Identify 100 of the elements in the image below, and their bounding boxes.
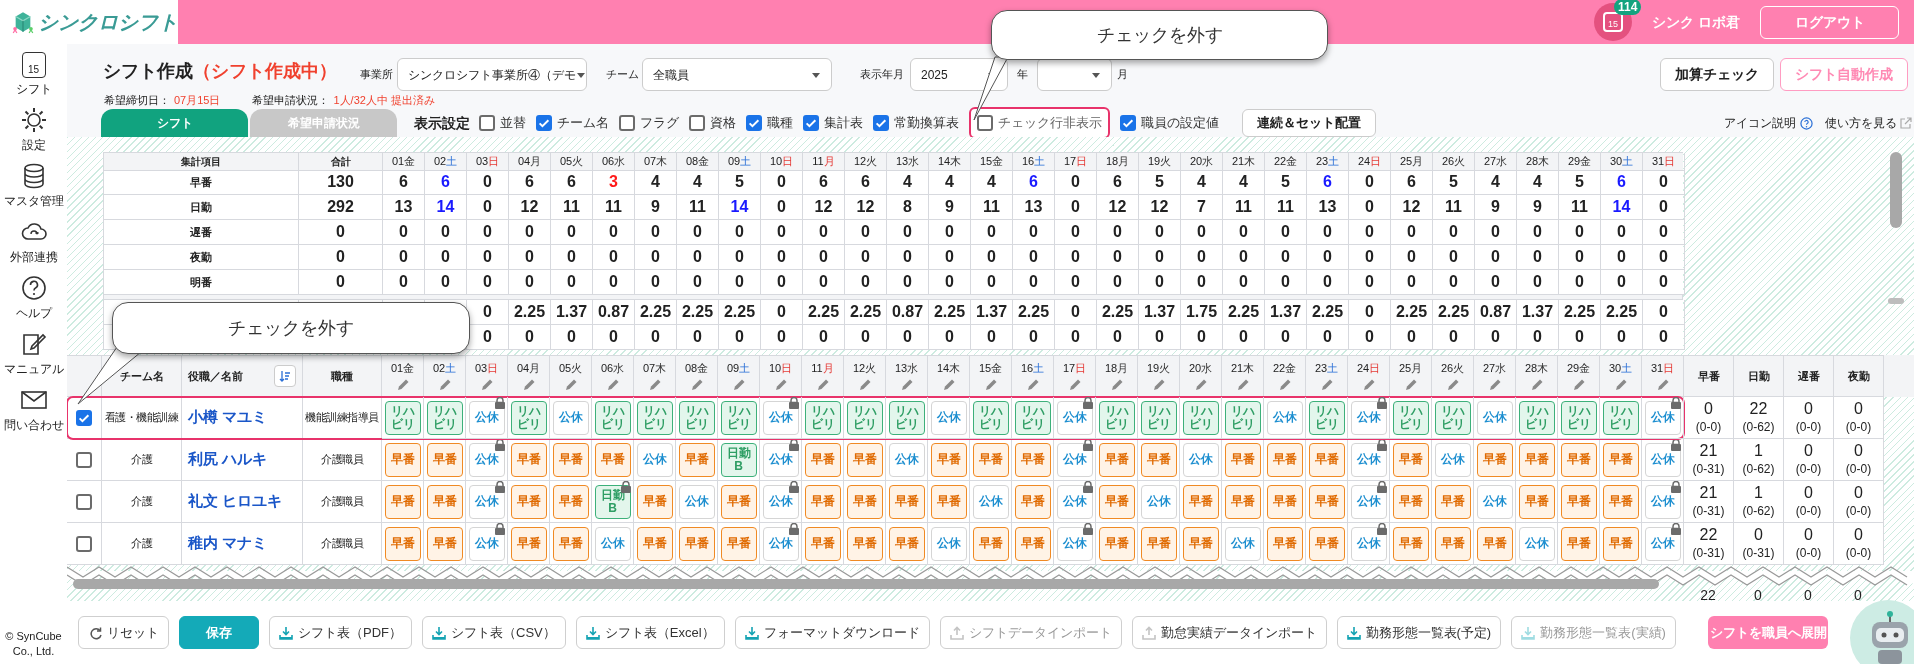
shift-chip[interactable]: 公休 xyxy=(552,400,589,435)
shift-chip[interactable]: 早番 xyxy=(426,526,463,561)
shift-chip[interactable]: 公休 xyxy=(468,400,505,435)
checkbox[interactable] xyxy=(619,115,635,131)
checkbox-option[interactable]: 集計表 xyxy=(803,113,863,133)
shift-chip[interactable]: 早番 xyxy=(1266,484,1303,519)
staff-name-link[interactable]: 小樽 マユミ xyxy=(188,406,268,429)
shift-chip[interactable]: 早番 xyxy=(1518,484,1555,519)
checkbox-option[interactable]: 職種 xyxy=(746,113,793,133)
staff-name-link[interactable]: 稚内 マナミ xyxy=(188,532,268,555)
shift-chip[interactable]: 公休 xyxy=(1056,442,1093,477)
shift-chip[interactable]: 早番 xyxy=(1182,484,1219,519)
shift-chip[interactable]: リハビリ xyxy=(1014,400,1051,435)
shift-chip[interactable]: リハビリ xyxy=(1392,400,1429,435)
shift-chip[interactable]: 早番 xyxy=(1602,442,1639,477)
scrollbar-thumb[interactable] xyxy=(73,579,1659,589)
checkbox[interactable] xyxy=(873,115,889,131)
shift-chip[interactable]: リハビリ xyxy=(510,400,547,435)
shift-chip[interactable]: 公休 xyxy=(1350,442,1387,477)
shift-chip[interactable]: 早番 xyxy=(1140,442,1177,477)
footer-button[interactable]: シフト表（CSV） xyxy=(422,616,566,649)
shift-chip[interactable]: 早番 xyxy=(594,442,631,477)
shift-chip[interactable]: 公休 xyxy=(762,442,799,477)
footer-button[interactable]: シフト表（Excel） xyxy=(575,616,725,649)
pencil-icon[interactable] xyxy=(1151,378,1166,393)
shift-chip[interactable]: リハビリ xyxy=(426,400,463,435)
sidebar-item[interactable]: マスタ管理 xyxy=(0,162,67,218)
checkbox[interactable] xyxy=(803,115,819,131)
shift-chip[interactable]: 公休 xyxy=(762,526,799,561)
shift-chip[interactable]: リハビリ xyxy=(972,400,1009,435)
pencil-icon[interactable] xyxy=(689,378,704,393)
shift-chip[interactable]: リハビリ xyxy=(1518,400,1555,435)
pencil-icon[interactable] xyxy=(941,378,956,393)
pencil-icon[interactable] xyxy=(1571,378,1586,393)
shift-chip[interactable]: リハビリ xyxy=(1434,400,1471,435)
shift-chip[interactable]: 早番 xyxy=(1098,526,1135,561)
shift-chip[interactable]: 公休 xyxy=(1644,442,1681,477)
checkbox[interactable] xyxy=(689,115,705,131)
staff-name-link[interactable]: 利尻 ハルキ xyxy=(188,448,268,471)
footer-button[interactable]: フォーマットダウンロード xyxy=(734,616,930,649)
pencil-icon[interactable] xyxy=(1235,378,1250,393)
checkbox[interactable] xyxy=(479,115,495,131)
sidebar-item[interactable]: 15 シフト xyxy=(0,50,67,106)
publish-button[interactable]: シフトを職員へ展開 xyxy=(1708,616,1828,649)
shift-chip[interactable]: 公休 xyxy=(468,526,505,561)
pencil-icon[interactable] xyxy=(437,378,452,393)
checkbox[interactable] xyxy=(536,115,552,131)
sidebar-item[interactable]: 設定 xyxy=(0,106,67,162)
shift-chip[interactable]: リハビリ xyxy=(384,400,421,435)
shift-chip[interactable]: 公休 xyxy=(1266,400,1303,435)
shift-chip[interactable]: 早番 xyxy=(678,442,715,477)
icon-legend-link[interactable]: アイコン説明 xyxy=(1724,114,1796,132)
pencil-icon[interactable] xyxy=(1109,378,1124,393)
auto-create-button[interactable]: シフト自動作成 xyxy=(1780,58,1908,91)
shift-chip[interactable]: 公休 xyxy=(930,400,967,435)
shift-chip[interactable]: 早番 xyxy=(972,442,1009,477)
shift-chip[interactable]: 早番 xyxy=(1014,442,1051,477)
shift-chip[interactable]: 公休 xyxy=(1644,484,1681,519)
shift-chip[interactable]: 早番 xyxy=(636,484,673,519)
month-select[interactable] xyxy=(1037,58,1112,91)
pencil-icon[interactable] xyxy=(857,378,872,393)
pencil-icon[interactable] xyxy=(1361,378,1376,393)
shift-chip[interactable]: 早番 xyxy=(1560,526,1597,561)
shift-chip[interactable]: 公休 xyxy=(1182,442,1219,477)
shift-chip[interactable]: 早番 xyxy=(1224,442,1261,477)
checkbox-option[interactable]: 常勤換算表 xyxy=(873,113,959,133)
shift-chip[interactable]: 早番 xyxy=(1560,484,1597,519)
pencil-icon[interactable] xyxy=(1067,378,1082,393)
shift-chip[interactable]: 早番 xyxy=(678,526,715,561)
shift-chip[interactable]: 早番 xyxy=(804,526,841,561)
shift-chip[interactable]: 日勤B xyxy=(720,442,757,477)
shift-chip[interactable]: 公休 xyxy=(1350,526,1387,561)
shift-chip[interactable]: 公休 xyxy=(636,442,673,477)
checkbox[interactable] xyxy=(76,493,92,510)
pencil-icon[interactable] xyxy=(563,378,578,393)
shift-chip[interactable]: リハビリ xyxy=(678,400,715,435)
shift-chip[interactable]: リハビリ xyxy=(1098,400,1135,435)
pencil-icon[interactable] xyxy=(1655,378,1670,393)
pencil-icon[interactable] xyxy=(395,378,410,393)
shift-chip[interactable]: 公休 xyxy=(1644,400,1681,435)
shift-chip[interactable]: 早番 xyxy=(1518,442,1555,477)
shift-chip[interactable]: 早番 xyxy=(552,526,589,561)
shift-chip[interactable]: 早番 xyxy=(426,442,463,477)
shift-chip[interactable]: リハビリ xyxy=(1560,400,1597,435)
sidebar-item[interactable]: 問い合わせ xyxy=(0,386,67,442)
shift-chip[interactable]: 公休 xyxy=(468,442,505,477)
shift-chip[interactable]: 早番 xyxy=(1602,526,1639,561)
pencil-icon[interactable] xyxy=(1613,378,1628,393)
shift-chip[interactable]: 早番 xyxy=(804,484,841,519)
shift-chip[interactable]: 公休 xyxy=(678,484,715,519)
check-button[interactable]: 加算チェック xyxy=(1660,58,1774,91)
shift-chip[interactable]: 早番 xyxy=(636,526,673,561)
footer-button[interactable]: シフト表（PDF） xyxy=(269,616,412,649)
checkbox[interactable] xyxy=(1120,115,1136,131)
sidebar-item[interactable]: 外部連携 xyxy=(0,218,67,274)
shift-chip[interactable]: 早番 xyxy=(1098,442,1135,477)
footer-button[interactable]: リセット xyxy=(78,616,169,649)
shift-chip[interactable]: 早番 xyxy=(1308,442,1345,477)
checkbox[interactable] xyxy=(76,535,92,552)
shift-chip[interactable]: 早番 xyxy=(510,526,547,561)
